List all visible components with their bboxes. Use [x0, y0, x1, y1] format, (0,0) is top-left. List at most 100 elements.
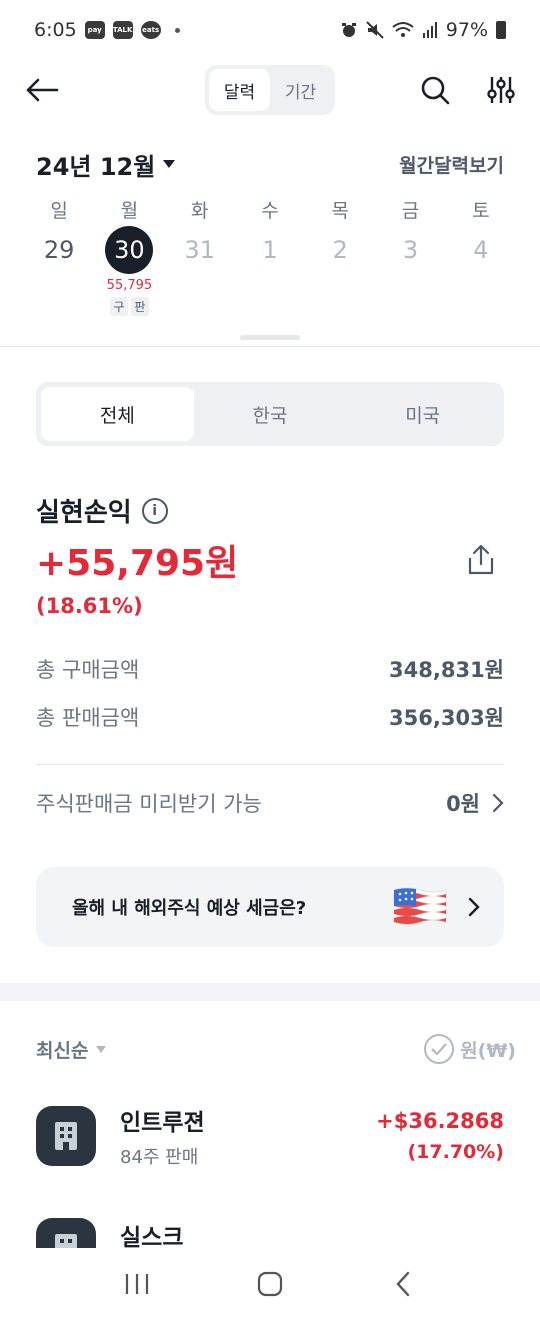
stock-profit-rate: (17.70%): [407, 1141, 504, 1163]
tab-calendar[interactable]: 달력: [209, 69, 270, 111]
back-button[interactable]: [22, 70, 62, 110]
total-buy-label: 총 구매금액: [36, 658, 140, 682]
search-button[interactable]: [415, 70, 455, 110]
mute-icon: [366, 21, 384, 39]
battery-percent: 97%: [445, 19, 488, 41]
weekday-label: 토: [472, 200, 490, 222]
share-icon: [468, 544, 494, 575]
day-column: 월 30 55,795 구 판: [94, 196, 164, 316]
home-button[interactable]: [240, 1259, 300, 1309]
currency-toggle[interactable]: 원(₩): [424, 1034, 516, 1064]
battery-icon: [496, 21, 506, 39]
total-buy-row: 총 구매금액 348,831원: [36, 654, 504, 684]
home-icon: [257, 1271, 283, 1297]
day-tags: 구 판: [109, 297, 149, 316]
total-sell-label: 총 판매금액: [36, 706, 140, 730]
day-column: 수 1: [235, 196, 305, 316]
total-sell-row: 총 판매금액 356,303원: [36, 702, 504, 732]
system-nav-bar: [0, 1248, 540, 1320]
info-icon[interactable]: i: [141, 497, 168, 524]
recent-apps-button[interactable]: [107, 1259, 167, 1309]
top-app-bar: 달력 기간: [0, 62, 540, 118]
month-selector[interactable]: 24년 12월: [36, 147, 176, 182]
recent-apps-icon: [125, 1274, 148, 1294]
drag-handle[interactable]: [240, 335, 300, 340]
chevron-left-icon: [396, 1271, 410, 1297]
chevron-right-icon: [492, 793, 504, 813]
market-tabs: 전체 한국 미국: [36, 382, 504, 446]
total-buy-value: 348,831원: [389, 658, 504, 682]
prepay-label: 주식판매금 미리받기 가능: [36, 792, 262, 816]
weekday-label: 수: [261, 200, 279, 222]
stock-trade-info: 84주 판매: [120, 1147, 199, 1168]
arrow-left-icon: [26, 78, 59, 102]
prepay-row[interactable]: 주식판매금 미리받기 가능 0원: [36, 788, 504, 818]
overseas-tax-card[interactable]: 올해 내 해외주식 예상 세금은?: [36, 867, 504, 947]
stock-name: 인트루젼: [120, 1110, 205, 1136]
date-cell[interactable]: 2: [316, 226, 364, 274]
divider: [36, 764, 504, 765]
status-time: 6:05: [34, 19, 77, 41]
list-item[interactable]: 인트루젼 84주 판매 +$36.2868 (17.70%): [36, 1096, 504, 1176]
stock-logo: [36, 1106, 96, 1166]
talk-icon: TALK: [112, 21, 133, 39]
buy-tag: 구: [109, 297, 128, 316]
system-back-button[interactable]: [373, 1259, 433, 1309]
day-column: 금 3: [375, 196, 445, 316]
signal-icon: [422, 22, 437, 38]
day-profit-amount: 55,795: [106, 278, 153, 293]
day-column: 화 31: [165, 196, 235, 316]
realized-pnl-amount: +55,795원: [36, 543, 239, 584]
tab-all[interactable]: 전체: [41, 387, 194, 441]
day-column: 목 2: [305, 196, 375, 316]
sell-tag: 판: [130, 297, 149, 316]
caret-down-icon: [96, 1045, 107, 1053]
sort-dropdown[interactable]: 최신순: [36, 1036, 107, 1063]
date-cell[interactable]: 31: [176, 226, 224, 274]
prepay-value: 0원: [446, 792, 480, 816]
eats-icon: eats: [140, 21, 161, 39]
section-title: 실현손익: [36, 498, 132, 528]
search-icon: [421, 76, 450, 105]
share-button[interactable]: [464, 542, 498, 578]
pay-icon: pay: [84, 21, 105, 39]
tab-period[interactable]: 기간: [270, 69, 331, 111]
day-column: 토 4: [446, 196, 516, 316]
view-mode-toggle: 달력 기간: [205, 65, 335, 115]
date-cell[interactable]: 29: [35, 226, 83, 274]
date-cell-selected[interactable]: 30: [105, 226, 154, 274]
stock-name: 실스크: [120, 1225, 184, 1251]
currency-label: 원(₩): [460, 1039, 516, 1062]
month-header: 24년 12월 월간달력보기: [36, 146, 504, 182]
notification-dot-icon: [174, 27, 180, 33]
sort-label: 최신순: [36, 1039, 89, 1062]
weekday-label: 월: [120, 200, 139, 222]
weekday-label: 금: [401, 200, 420, 222]
wifi-icon: [392, 22, 414, 37]
total-sell-value: 356,303원: [389, 706, 504, 730]
alarm-icon: [341, 23, 356, 37]
realized-pnl-rate: (18.61%): [36, 594, 143, 618]
section-separator: [0, 983, 540, 1001]
month-title: 24년 12월: [36, 152, 156, 181]
weekday-label: 일: [50, 200, 68, 222]
divider: [0, 346, 540, 347]
day-column: 일 29: [24, 196, 94, 316]
caret-down-icon: [163, 160, 176, 168]
realized-pnl-heading: 실현손익 i: [36, 492, 168, 529]
chevron-right-icon: [468, 897, 480, 917]
us-flag-icon: [393, 887, 447, 925]
stock-profit: +$36.2868: [376, 1109, 504, 1133]
monthly-calendar-link[interactable]: 월간달력보기: [399, 151, 504, 178]
filter-button[interactable]: [481, 70, 521, 110]
date-cell[interactable]: 3: [387, 226, 435, 274]
week-strip: 일 29 월 30 55,795 구 판 화 31 수 1 목 2 금 3 토 …: [24, 196, 516, 316]
tax-card-text: 올해 내 해외주식 예상 세금은?: [72, 898, 307, 919]
weekday-label: 목: [331, 200, 349, 222]
tab-korea[interactable]: 한국: [194, 387, 347, 441]
date-cell[interactable]: 4: [457, 226, 505, 274]
tab-us[interactable]: 미국: [346, 387, 499, 441]
date-cell[interactable]: 1: [246, 226, 294, 274]
list-header: 최신순 원(₩): [36, 1034, 516, 1064]
check-icon: [424, 1034, 455, 1064]
